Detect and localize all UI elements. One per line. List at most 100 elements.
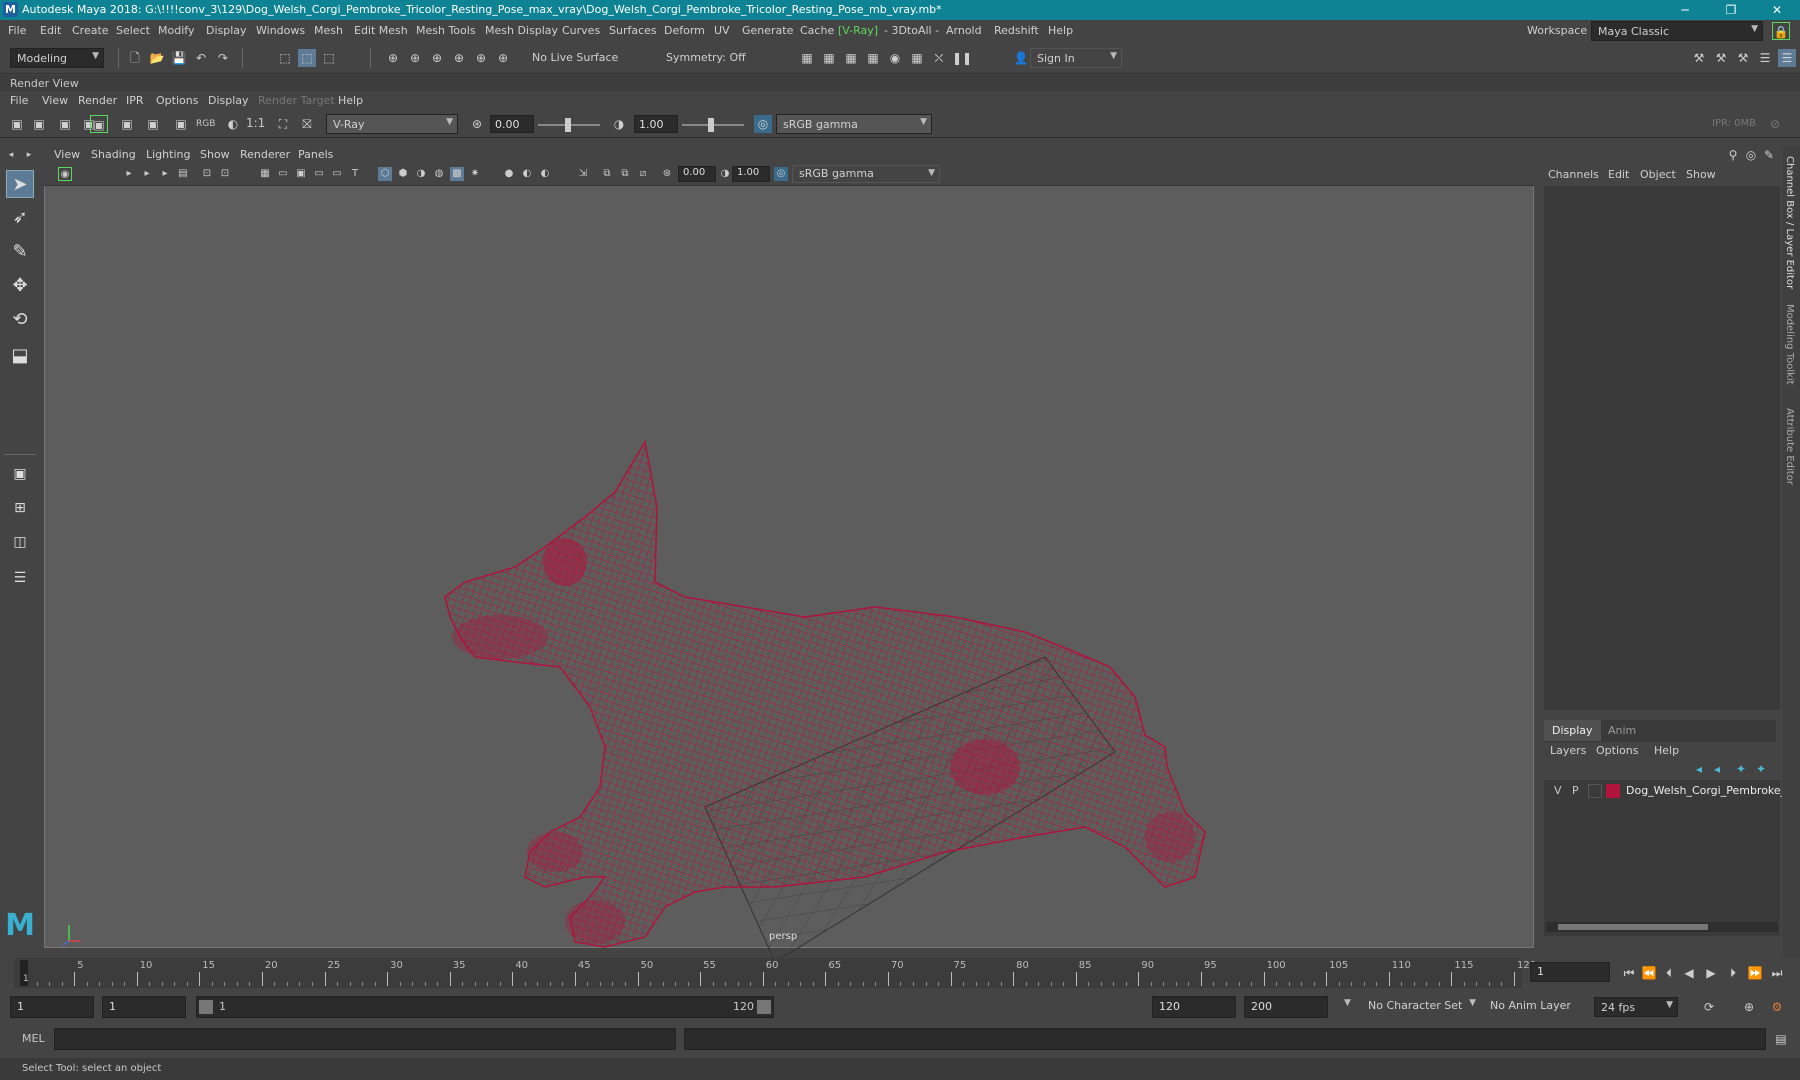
colorspace-dropdown[interactable]: sRGB gamma ▼: [776, 114, 932, 134]
snap-view-icon[interactable]: ⊕: [450, 49, 468, 67]
rv-menu-file[interactable]: File: [10, 94, 28, 107]
channel-tab-show[interactable]: Show: [1686, 168, 1716, 181]
scale-tool-icon[interactable]: ⬓: [6, 342, 34, 370]
select-component-icon[interactable]: ⬚: [320, 49, 338, 67]
render-frame-icon[interactable]: ▦: [820, 49, 838, 67]
layer-display-type-toggle[interactable]: [1588, 784, 1602, 798]
vp-exposure-field[interactable]: 0.00: [678, 166, 716, 182]
use-lights-icon[interactable]: ✷: [468, 167, 482, 181]
chevron-right-icon[interactable]: ▸: [20, 146, 38, 164]
field-chart-icon[interactable]: ▭: [312, 167, 326, 181]
rv-menu-ipr[interactable]: IPR: [126, 94, 144, 107]
layer-scrollbar[interactable]: [1546, 922, 1778, 932]
pause-icon[interactable]: ❚❚: [952, 49, 972, 67]
safe-action-icon[interactable]: ▭: [330, 167, 344, 181]
lock-icon[interactable]: 🔒: [1772, 22, 1790, 40]
time-slider-track[interactable]: 1 5 10 15 20 25 30 35 40 45 50 55 60 65 70 75 80 85 90 95 1…: [14, 958, 1536, 988]
ipr-active-icon[interactable]: ▣: [90, 115, 108, 133]
live-surface-field[interactable]: No Live Surface: [526, 48, 622, 68]
menu-3dtoall[interactable]: - 3DtoAll -: [884, 24, 939, 37]
snap-vertex-icon[interactable]: ⊕: [494, 49, 512, 67]
hypershade-icon[interactable]: ▦: [908, 49, 926, 67]
vp-menu-renderer[interactable]: Renderer: [240, 148, 290, 161]
rv-menu-options[interactable]: Options: [156, 94, 198, 107]
animation-preferences-icon[interactable]: ⚙: [1768, 998, 1786, 1016]
menu-generate[interactable]: Generate: [742, 24, 793, 37]
layer-scrollbar-thumb[interactable]: [1558, 924, 1708, 930]
menu-select[interactable]: Select: [116, 24, 150, 37]
select-object-icon[interactable]: ⬚: [298, 49, 316, 67]
menu-deform[interactable]: Deform: [664, 24, 705, 37]
two-view-layout-icon[interactable]: ◫: [6, 528, 34, 556]
menu-file[interactable]: File: [8, 24, 26, 37]
maximize-button[interactable]: ❐: [1708, 0, 1754, 20]
select-camera-icon[interactable]: ◉: [58, 167, 72, 181]
tab-channel-box-layer-editor[interactable]: Channel Box / Layer Editor: [1784, 156, 1795, 289]
image-plane-icon[interactable]: ▸: [158, 167, 172, 181]
ambient-occlusion-icon[interactable]: ◐: [538, 167, 552, 181]
exposure-icon[interactable]: ⊛: [660, 167, 674, 181]
colorspace-toggle-icon[interactable]: ◎: [754, 115, 772, 133]
xray-icon[interactable]: ●: [502, 167, 516, 181]
script-editor-icon[interactable]: ▤: [1772, 1030, 1790, 1048]
undo-icon[interactable]: ↶: [192, 49, 210, 67]
time-slider[interactable]: 1 5 10 15 20 25 30 35 40 45 50 55 60 65 70 75 80 85 90 95 1…: [0, 958, 1800, 990]
channel-box-mode-icon[interactable]: ⚲: [1724, 146, 1742, 164]
snapshot-icon[interactable]: ▣: [56, 115, 74, 133]
camera-attributes-icon[interactable]: ▸: [122, 167, 136, 181]
tool-settings-icon[interactable]: ⚒: [1734, 49, 1752, 67]
play-forwards-icon[interactable]: ▶: [1702, 964, 1720, 982]
exposure-icon[interactable]: ⊛: [468, 115, 486, 133]
step-back-frame-icon[interactable]: ⏴: [1660, 964, 1678, 982]
snap-point-icon[interactable]: ⊕: [428, 49, 446, 67]
gate-mask-icon[interactable]: ▣: [294, 167, 308, 181]
vray-render-icon[interactable]: ◉: [886, 49, 904, 67]
rv-menu-render[interactable]: Render: [78, 94, 117, 107]
gamma-slider-handle[interactable]: [708, 118, 714, 132]
outliner-layout-icon[interactable]: ☰: [6, 564, 34, 592]
lasso-tool-icon[interactable]: ➶: [6, 204, 34, 232]
rv-menu-view[interactable]: View: [42, 94, 68, 107]
xray-joints-icon[interactable]: ◐: [520, 167, 534, 181]
character-set-dropdown[interactable]: ▼ No Character Set ▼: [1340, 996, 1480, 1018]
wireframe-icon[interactable]: ⬡: [378, 167, 392, 181]
anim-layer-dropdown[interactable]: No Anim Layer: [1484, 996, 1582, 1018]
viewport-panel[interactable]: persp: [44, 146, 1534, 963]
menu-create[interactable]: Create: [72, 24, 109, 37]
menu-curves[interactable]: Curves: [562, 24, 600, 37]
range-start-handle[interactable]: [199, 1000, 213, 1014]
render-region-icon[interactable]: ▣: [30, 115, 48, 133]
playback-start-field[interactable]: 1: [102, 996, 186, 1018]
textured-icon[interactable]: ◑: [414, 167, 428, 181]
gamma-field[interactable]: 1.00: [634, 115, 678, 133]
vp-menu-show[interactable]: Show: [200, 148, 230, 161]
ipr-tune-icon[interactable]: ▣: [118, 115, 136, 133]
menu-display[interactable]: Display: [206, 24, 247, 37]
smooth-shade-icon[interactable]: ⬢: [396, 167, 410, 181]
menu-edit-mesh[interactable]: Edit Mesh: [354, 24, 408, 37]
menu-windows[interactable]: Windows: [256, 24, 305, 37]
menu-redshift[interactable]: Redshift: [994, 24, 1039, 37]
save-scene-icon[interactable]: 💾: [170, 49, 188, 67]
rv-menu-help[interactable]: Help: [338, 94, 363, 107]
layer-menu-layers[interactable]: Layers: [1550, 744, 1586, 757]
vp-colorspace-dropdown[interactable]: sRGB gamma ▼: [792, 165, 940, 183]
modeling-toolkit-icon[interactable]: ⚒: [1690, 49, 1708, 67]
redo-icon[interactable]: ↷: [214, 49, 232, 67]
refresh-icon[interactable]: ▣: [144, 115, 162, 133]
menu-help[interactable]: Help: [1048, 24, 1073, 37]
menu-edit[interactable]: Edit: [40, 24, 61, 37]
new-layer-selected-icon[interactable]: ✦: [1752, 760, 1770, 778]
keep-image-icon[interactable]: ▣: [172, 115, 190, 133]
resolution-gate-icon[interactable]: ⊡: [218, 167, 232, 181]
channel-tab-channels[interactable]: Channels: [1548, 168, 1599, 181]
hypershade-stop-icon[interactable]: ⛌: [930, 49, 948, 67]
sign-in-dropdown[interactable]: Sign In ▼: [1030, 48, 1122, 68]
motion-blur-icon[interactable]: ⧉: [600, 167, 614, 181]
channel-search-icon[interactable]: ◎: [1742, 146, 1760, 164]
channel-tab-edit[interactable]: Edit: [1608, 168, 1629, 181]
select-hierarchy-icon[interactable]: ⬚: [276, 49, 294, 67]
menu-vray[interactable]: [V-Ray]: [838, 24, 878, 37]
tab-modeling-toolkit[interactable]: Modeling Toolkit: [1784, 304, 1795, 385]
depth-of-field-icon[interactable]: ⧄: [636, 167, 650, 181]
